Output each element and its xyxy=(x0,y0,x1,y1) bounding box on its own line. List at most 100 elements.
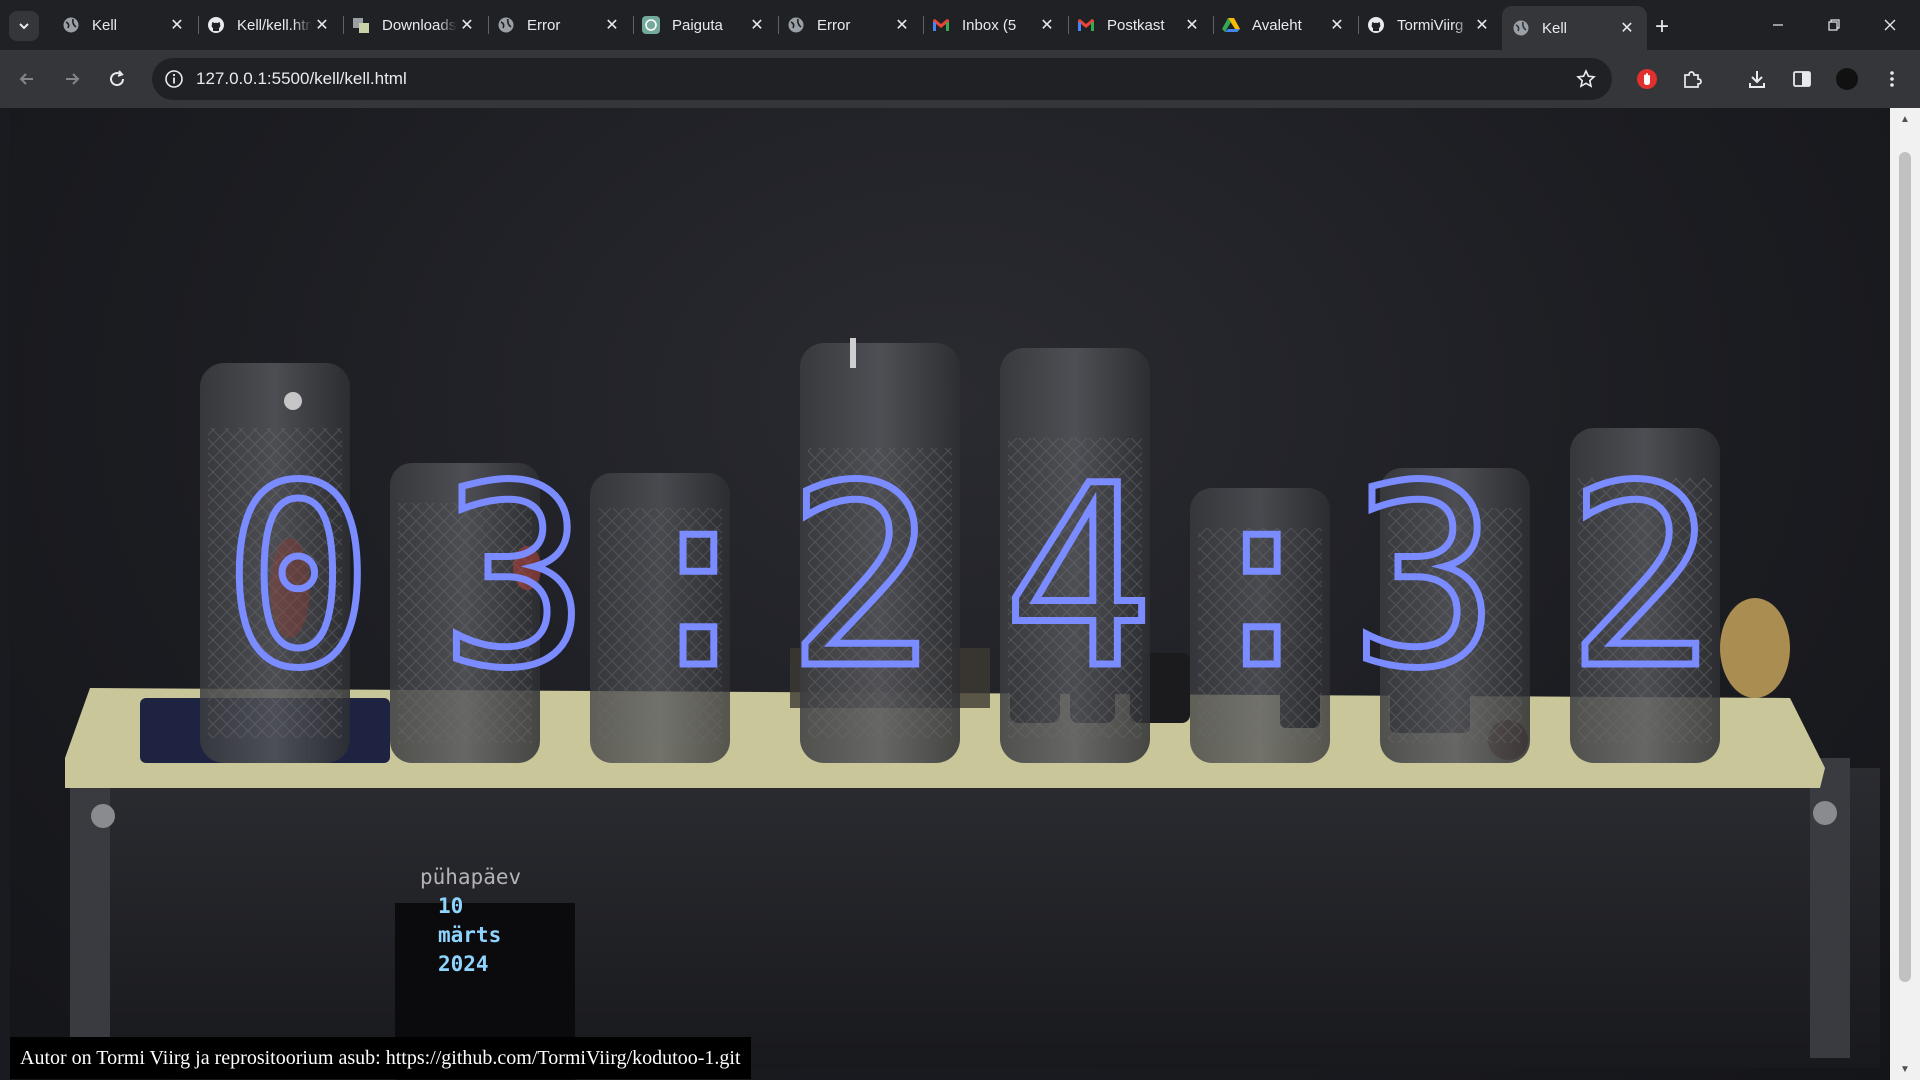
month-label: märts xyxy=(438,923,502,947)
year-label: 2024 xyxy=(438,952,489,976)
profile-button[interactable] xyxy=(1832,64,1862,94)
weekday-label: pühapäev xyxy=(420,865,522,889)
tab-close-icon[interactable]: ✕ xyxy=(1037,15,1057,35)
kebab-menu-icon xyxy=(1890,71,1894,87)
github-icon xyxy=(1367,16,1385,34)
tab-kell-active[interactable]: Kell ✕ xyxy=(1502,6,1647,50)
tab-github-tormiviirg[interactable]: TormiViirg ✕ xyxy=(1357,8,1502,42)
author-footer: Autor on Tormi Viirg ja reprositoorium a… xyxy=(10,1037,751,1079)
tab-downloads[interactable]: Downloads ✕ xyxy=(342,8,487,42)
tab-close-icon[interactable]: ✕ xyxy=(1472,15,1492,35)
second-ones-digit: 2 xyxy=(1563,432,1721,723)
browser-toolbar: 127.0.0.1:5500/kell/kell.html xyxy=(0,50,1920,108)
screw-icon xyxy=(91,804,115,828)
tab-close-icon[interactable]: ✕ xyxy=(312,15,332,35)
tab-close-icon[interactable]: ✕ xyxy=(1327,15,1347,35)
second-tens-digit: 3 xyxy=(1346,432,1504,723)
scroll-up-arrow-icon[interactable]: ▲ xyxy=(1890,108,1920,130)
tab-title: Error xyxy=(817,16,851,34)
tab-error-2[interactable]: Error ✕ xyxy=(777,8,922,42)
tab-close-icon[interactable]: ✕ xyxy=(167,15,187,35)
tab-title: Inbox (5 xyxy=(962,16,1017,34)
tab-search-button[interactable] xyxy=(9,11,39,41)
time-separator: : xyxy=(620,432,778,723)
close-window-button[interactable] xyxy=(1862,0,1918,50)
url-text[interactable]: 127.0.0.1:5500/kell/kell.html xyxy=(196,69,407,89)
side-panel-button[interactable] xyxy=(1787,64,1817,94)
globe-icon xyxy=(497,16,515,34)
globe-icon xyxy=(787,16,805,34)
clock-page: 0 3 : 2 4 : 3 2 pühapäev 10 märts 2024 A… xyxy=(10,108,1890,1080)
tab-inbox[interactable]: Inbox (5 ✕ xyxy=(922,8,1067,42)
time-separator: : xyxy=(1183,432,1341,723)
hour-tens-digit: 0 xyxy=(220,432,378,723)
bookmark-star-icon[interactable] xyxy=(1574,67,1598,91)
downloads-icon xyxy=(352,16,370,34)
reload-button[interactable] xyxy=(102,64,132,94)
tab-close-icon[interactable]: ✕ xyxy=(1617,18,1637,38)
clock-base xyxy=(70,768,1880,1068)
github-icon xyxy=(207,16,225,34)
browser-menu-button[interactable] xyxy=(1877,64,1907,94)
tab-github-kell[interactable]: Kell/kell.html ✕ xyxy=(197,8,342,42)
scroll-down-arrow-icon[interactable]: ▼ xyxy=(1890,1058,1920,1080)
gmail-icon xyxy=(932,16,950,34)
minimize-icon xyxy=(1773,24,1783,26)
tab-close-icon[interactable]: ✕ xyxy=(892,15,912,35)
arrow-right-icon xyxy=(66,73,80,85)
tab-close-icon[interactable]: ✕ xyxy=(747,15,767,35)
avatar xyxy=(1836,68,1858,90)
page-viewport: 0 3 : 2 4 : 3 2 pühapäev 10 märts 2024 A… xyxy=(0,108,1920,1080)
close-icon xyxy=(1884,19,1896,31)
tab-title: Downloads xyxy=(382,16,457,34)
adblock-icon xyxy=(1637,69,1657,89)
chatgpt-icon xyxy=(642,16,660,34)
tab-title: Kell xyxy=(1542,19,1568,37)
back-button[interactable] xyxy=(12,64,42,94)
globe-icon xyxy=(62,16,80,34)
site-info-icon[interactable] xyxy=(162,67,186,91)
tab-avaleht[interactable]: Avaleht ✕ xyxy=(1212,8,1357,42)
forward-button[interactable] xyxy=(57,64,87,94)
tab-strip: Kell ✕ Kell/kell.html ✕ Downloads ✕ Erro… xyxy=(0,0,1920,50)
chevron-down-icon xyxy=(19,23,29,30)
plus-icon: + xyxy=(1654,13,1669,40)
arrow-left-icon xyxy=(19,73,33,85)
extension-button[interactable] xyxy=(1632,64,1662,94)
new-tab-button[interactable]: + xyxy=(1648,13,1676,41)
tab-postkast[interactable]: Postkast ✕ xyxy=(1067,8,1212,42)
tab-close-icon[interactable]: ✕ xyxy=(602,15,622,35)
tab-title: Kell/kell.html xyxy=(237,16,312,34)
side-panel-icon xyxy=(1793,71,1811,87)
downloads-button[interactable] xyxy=(1742,64,1772,94)
puzzle-icon xyxy=(1684,71,1702,88)
download-icon xyxy=(1749,71,1765,88)
minute-ones-digit: 4 xyxy=(1000,432,1158,723)
gmail-icon xyxy=(1077,16,1095,34)
tab-title: TormiViirg xyxy=(1397,16,1464,34)
date-display: pühapäev 10 märts 2024 xyxy=(420,863,570,976)
address-bar[interactable]: 127.0.0.1:5500/kell/kell.html xyxy=(152,58,1612,100)
day-label: 10 xyxy=(438,894,464,918)
scrollbar-thumb[interactable] xyxy=(1899,152,1911,982)
tab-title: Avaleht xyxy=(1252,16,1302,34)
drive-icon xyxy=(1222,16,1240,34)
tab-title: Error xyxy=(527,16,561,34)
tab-error-1[interactable]: Error ✕ xyxy=(487,8,632,42)
tab-paiguta[interactable]: Paiguta ✕ xyxy=(632,8,777,42)
tab-close-icon[interactable]: ✕ xyxy=(1182,15,1202,35)
reload-icon xyxy=(110,70,125,87)
hour-ones-digit: 3 xyxy=(436,432,594,723)
time-display: 0 3 : 2 4 : 3 2 xyxy=(190,408,1750,748)
globe-icon xyxy=(1512,19,1530,37)
vertical-scrollbar[interactable]: ▲ ▼ xyxy=(1890,108,1920,1080)
screw-icon xyxy=(1813,801,1837,825)
restore-button[interactable] xyxy=(1806,0,1862,50)
tab-title: Kell xyxy=(92,16,118,34)
tab-kell-1[interactable]: Kell ✕ xyxy=(52,8,197,42)
restore-icon xyxy=(1828,19,1840,31)
tab-title: Paiguta xyxy=(672,16,723,34)
minimize-button[interactable] xyxy=(1750,0,1806,50)
tab-close-icon[interactable]: ✕ xyxy=(457,15,477,35)
extensions-menu-button[interactable] xyxy=(1677,64,1707,94)
